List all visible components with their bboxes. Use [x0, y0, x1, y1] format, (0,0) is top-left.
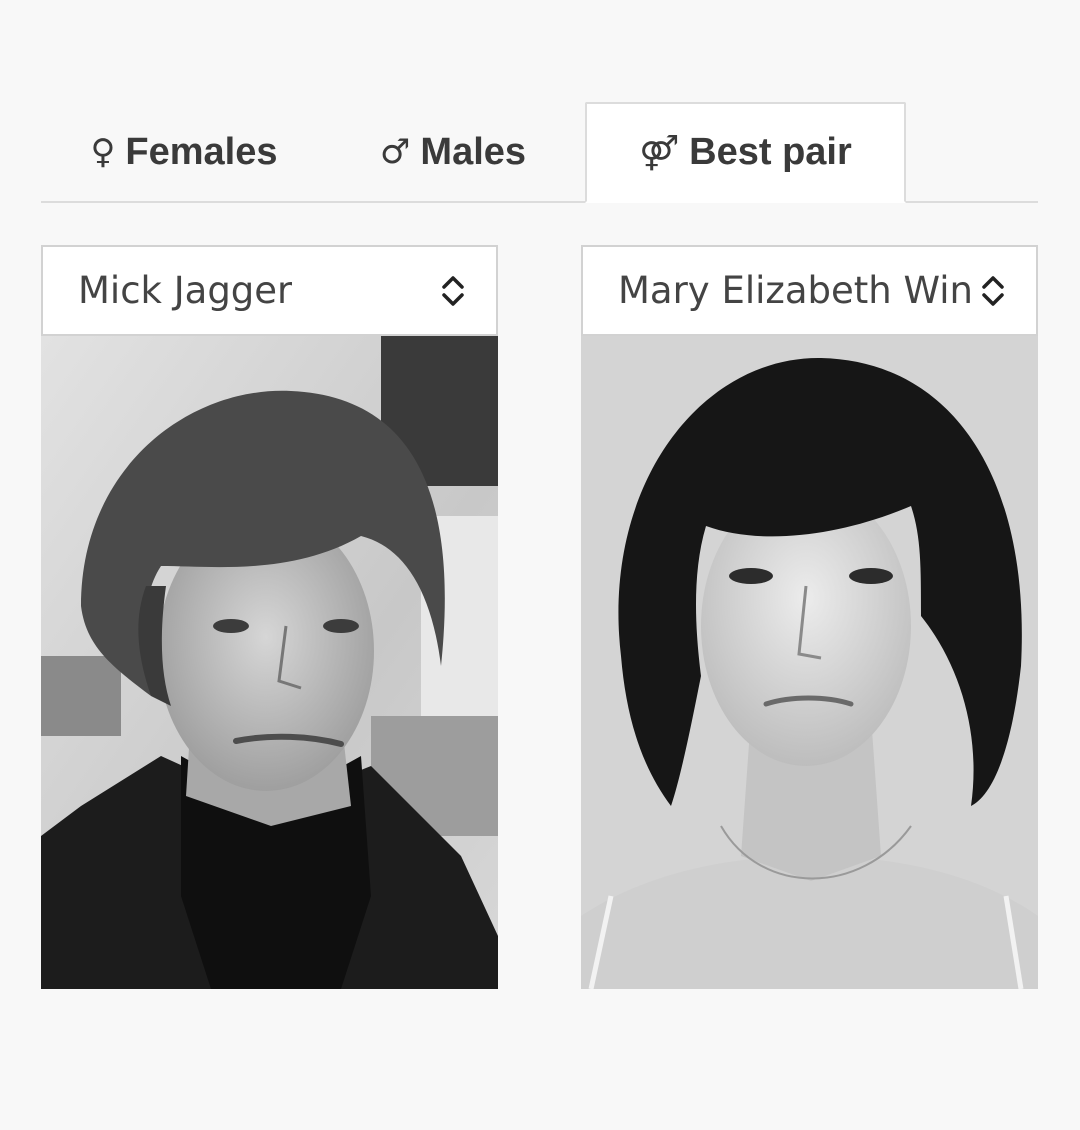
person-photo-female — [581, 336, 1038, 989]
person-photo-male — [41, 336, 498, 989]
right-person-column: Mary Elizabeth Win: — [581, 245, 1038, 989]
female-icon: ♀ — [90, 132, 116, 172]
select-value: Mary Elizabeth Win: — [618, 269, 976, 312]
chevron-up-down-icon — [982, 275, 1004, 306]
tab-males[interactable]: ♂ Males — [371, 102, 535, 202]
male-icon: ♂ — [379, 132, 411, 172]
tab-females[interactable]: ♀ Females — [79, 102, 289, 202]
tab-label: Males — [420, 130, 527, 173]
left-person-column: Mick Jagger — [41, 245, 498, 989]
tab-label: Females — [125, 130, 278, 173]
right-person-select[interactable]: Mary Elizabeth Win: — [581, 245, 1038, 336]
tab-best-pair[interactable]: ⚤ Best pair — [585, 102, 906, 203]
left-person-select[interactable]: Mick Jagger — [41, 245, 498, 336]
tab-label: Best pair — [689, 131, 852, 173]
chevron-up-down-icon — [442, 275, 464, 306]
pair-icon: ⚤ — [639, 132, 680, 173]
tab-bar: ♀ Females ♂ Males ⚤ Best pair — [41, 102, 1038, 203]
select-value: Mick Jagger — [78, 269, 293, 312]
page: ♀ Females ♂ Males ⚤ Best pair Mick Jagge… — [0, 0, 1080, 1130]
